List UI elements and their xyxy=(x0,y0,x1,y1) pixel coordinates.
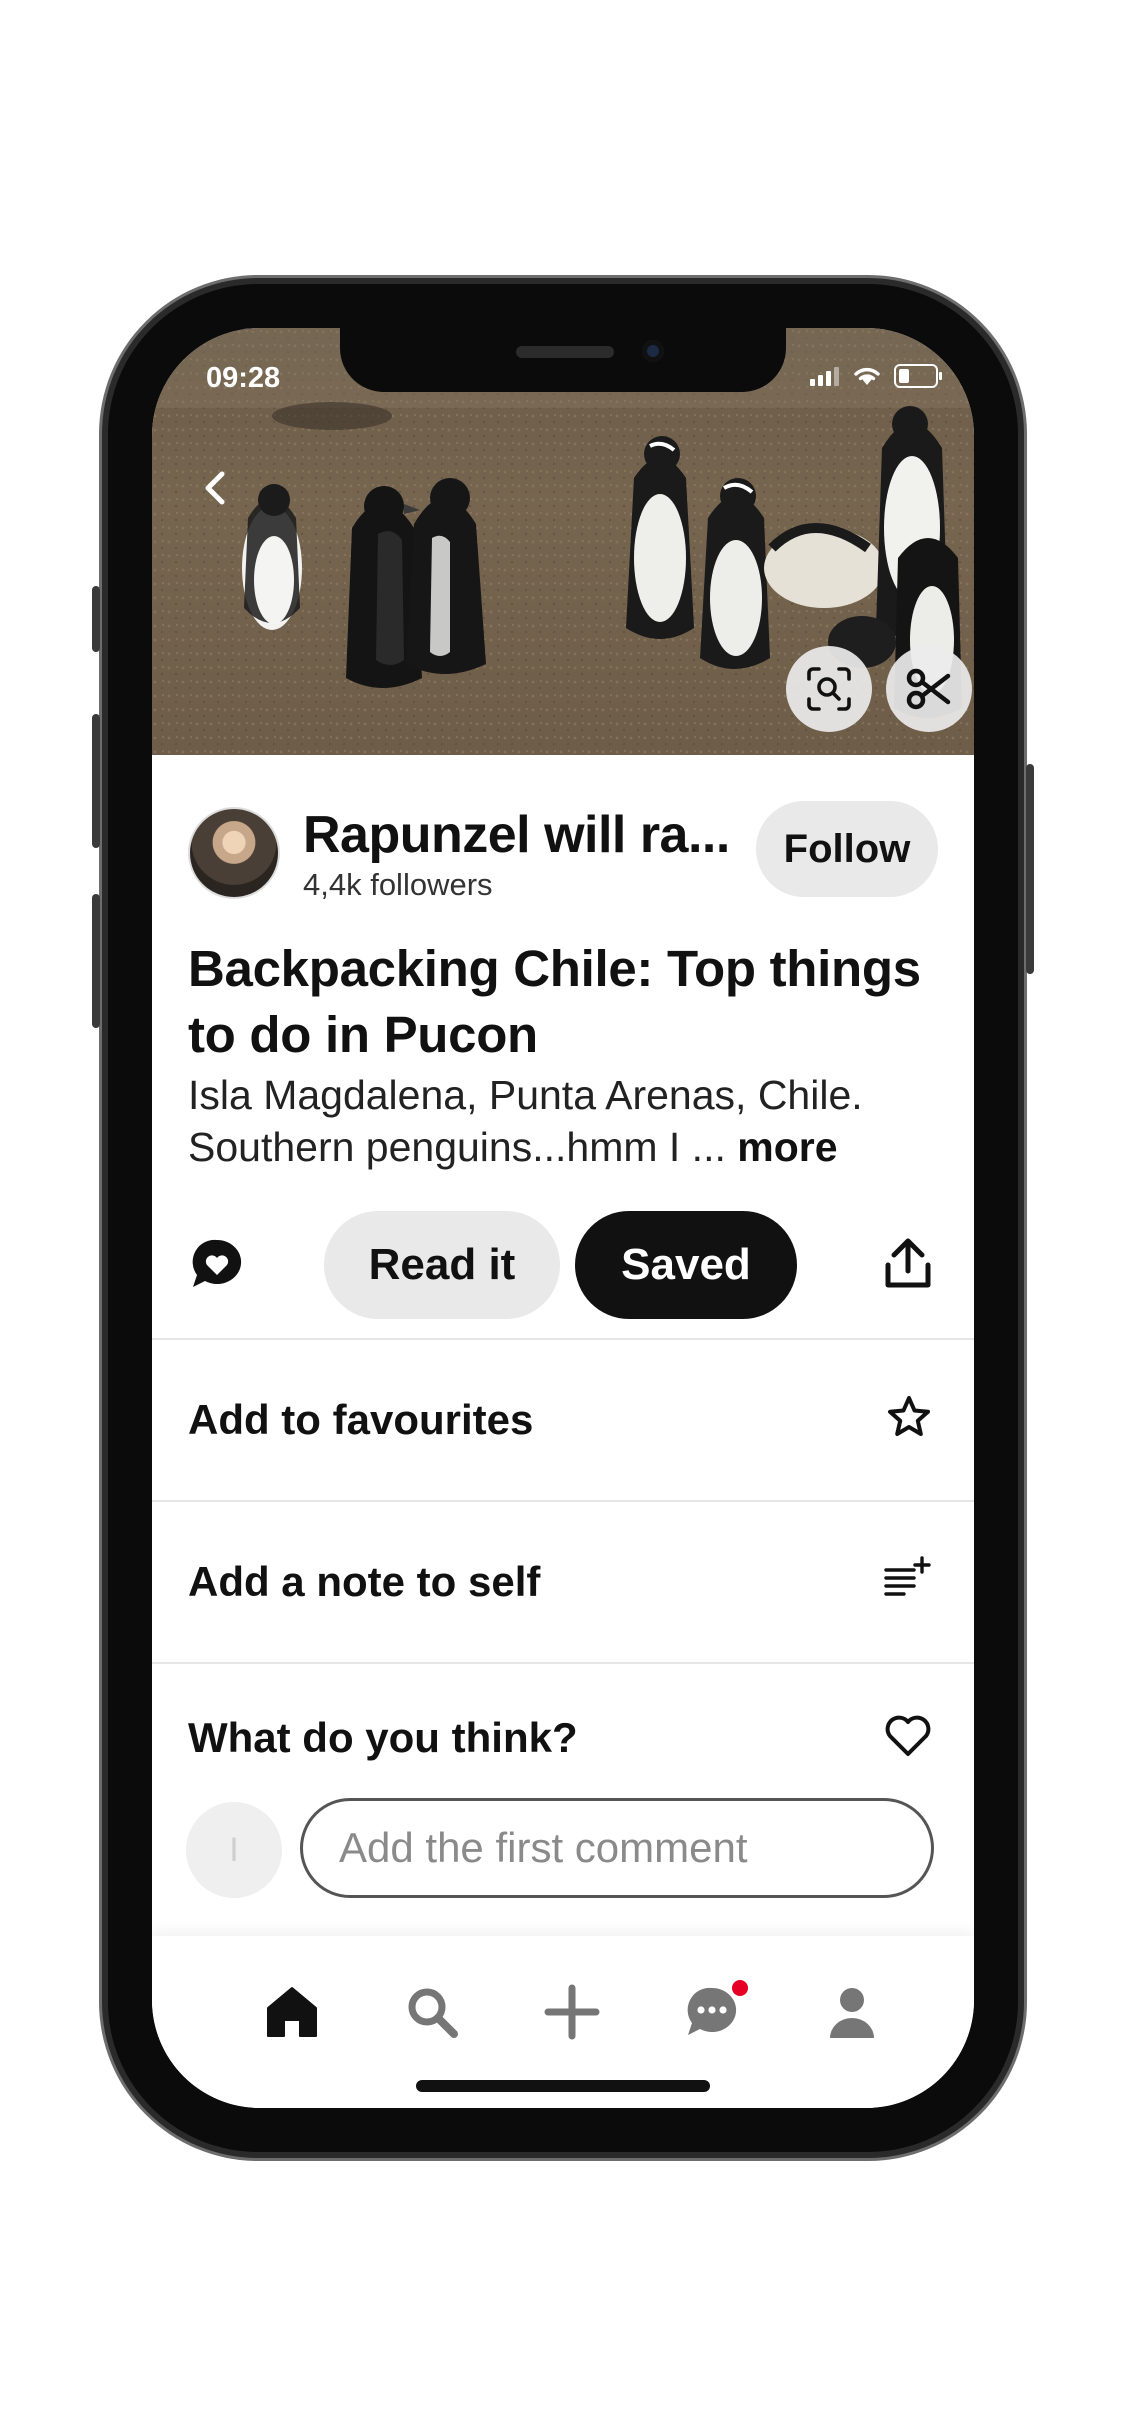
home-icon xyxy=(267,1987,317,2037)
scissors-icon xyxy=(906,668,951,710)
pin-description: Isla Magdalena, Punta Arenas, Chile. Sou… xyxy=(188,1069,948,1173)
more-link[interactable]: more xyxy=(737,1124,837,1170)
home-indicator xyxy=(416,2080,710,2092)
saved-button[interactable]: Saved xyxy=(575,1211,797,1319)
notch xyxy=(340,328,786,392)
crop-button[interactable] xyxy=(886,646,972,732)
follow-button[interactable]: Follow xyxy=(756,801,938,897)
front-camera xyxy=(642,340,664,362)
power-button xyxy=(1026,764,1034,974)
option-label: Add a note to self xyxy=(188,1558,541,1605)
screen: 09:28 Rapunzel will ra... 4,4k followers… xyxy=(152,328,974,2108)
react-button[interactable] xyxy=(190,1237,244,1296)
share-icon xyxy=(885,1238,931,1288)
tab-messages[interactable] xyxy=(682,1980,748,2042)
action-bar: Read it Saved xyxy=(152,1211,974,1319)
heart-icon[interactable] xyxy=(884,1714,932,1763)
wifi-icon xyxy=(854,367,880,385)
heart-speech-bubble-icon xyxy=(192,1239,242,1287)
signal-icon xyxy=(810,367,839,386)
pin-title: Backpacking Chile: Top things to do in P… xyxy=(188,940,921,1063)
status-icons xyxy=(810,364,942,388)
volume-up-button xyxy=(92,714,100,848)
lens-search-icon xyxy=(807,667,851,711)
battery-icon xyxy=(894,364,942,388)
tab-profile[interactable] xyxy=(822,1982,882,2042)
penguin-shape xyxy=(764,523,884,608)
create-icon xyxy=(544,1984,600,2040)
creator-avatar[interactable] xyxy=(188,807,280,899)
back-button[interactable] xyxy=(196,468,236,508)
add-to-favourites-row[interactable]: Add to favourites xyxy=(152,1338,974,1502)
chevron-left-icon xyxy=(205,471,225,505)
phone-frame: 09:28 Rapunzel will ra... 4,4k followers… xyxy=(92,284,1034,2152)
volume-down-button xyxy=(92,894,100,1028)
share-button[interactable] xyxy=(882,1237,934,1296)
mute-switch xyxy=(92,586,100,652)
star-icon xyxy=(886,1394,932,1445)
pin-image[interactable]: 09:28 xyxy=(152,328,974,755)
status-time: 09:28 xyxy=(206,362,281,394)
search-icon xyxy=(408,1988,458,2038)
add-note-row[interactable]: Add a note to self xyxy=(152,1500,974,1664)
option-label: Add to favourites xyxy=(188,1396,534,1443)
tab-search[interactable] xyxy=(402,1982,462,2042)
profile-icon xyxy=(830,1988,874,2038)
visual-search-button[interactable] xyxy=(786,646,872,732)
comment-prompt: What do you think? xyxy=(188,1714,578,1761)
read-it-button[interactable]: Read it xyxy=(324,1211,560,1319)
follower-count: 4,4k followers xyxy=(303,867,493,902)
creator-row: Rapunzel will ra... 4,4k followers Follo… xyxy=(188,801,938,902)
tab-create[interactable] xyxy=(542,1982,602,2042)
user-avatar: I xyxy=(186,1802,282,1898)
notification-badge xyxy=(732,1980,748,1996)
earpiece-speaker xyxy=(516,346,614,358)
avatar-initial: I xyxy=(229,1831,239,1869)
tab-home[interactable] xyxy=(262,1982,322,2042)
messages-icon xyxy=(687,1987,737,2035)
note-add-icon xyxy=(884,1556,932,1605)
comment-input[interactable]: Add the first comment xyxy=(300,1798,934,1898)
comment-section: What do you think? I Add the first comme… xyxy=(152,1662,974,1898)
creator-name[interactable]: Rapunzel will ra... xyxy=(303,805,730,865)
